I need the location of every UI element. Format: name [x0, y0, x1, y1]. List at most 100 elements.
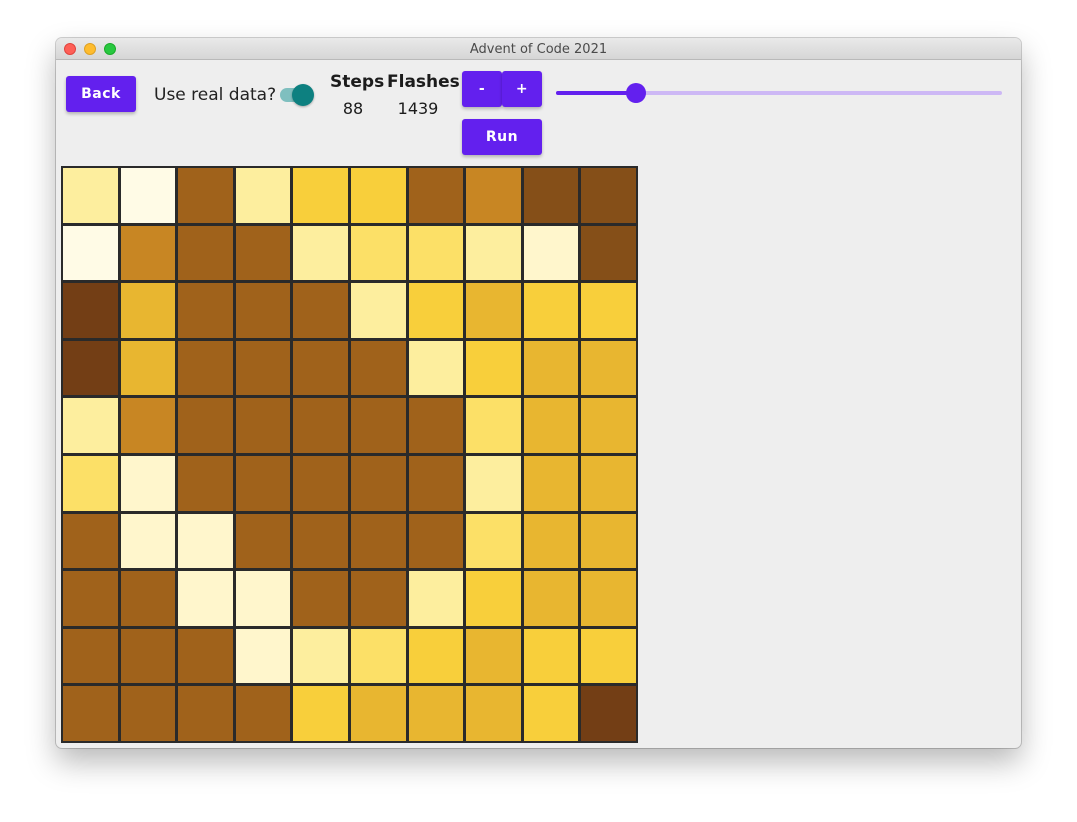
toggle-thumb [292, 84, 314, 106]
grid-cell [581, 686, 636, 741]
grid-cell [523, 340, 579, 396]
grid-cell [523, 628, 579, 684]
grid-cell [63, 283, 118, 338]
grid-cell [120, 628, 176, 684]
grid-cell [350, 225, 406, 281]
grid-cell [408, 628, 464, 684]
grid-cell [523, 225, 579, 281]
grid-cell [63, 340, 118, 396]
grid-cell [235, 283, 291, 338]
grid-cell [523, 283, 579, 338]
window-title: Advent of Code 2021 [469, 42, 608, 57]
grid-cell [408, 168, 464, 223]
grid-cell [120, 168, 176, 223]
grid-cell [120, 455, 176, 511]
grid-cell [120, 571, 176, 626]
use-real-data-label: Use real data? [154, 85, 277, 105]
grid-cell [293, 283, 348, 338]
grid-cell [178, 686, 233, 741]
grid-cell [408, 513, 464, 569]
grid-cell [63, 398, 118, 453]
grid-cell [178, 168, 233, 223]
grid-cell [63, 455, 118, 511]
grid-cell [581, 628, 636, 684]
grid-cell [120, 398, 176, 453]
grid-cell [178, 398, 233, 453]
grid-cell [350, 398, 406, 453]
grid-cell [408, 340, 464, 396]
grid-cell [63, 628, 118, 684]
grid-cell [466, 283, 521, 338]
grid-cell [293, 571, 348, 626]
grid-cell [466, 398, 521, 453]
grid-cell [408, 225, 464, 281]
grid-cell [178, 628, 233, 684]
grid-cell [178, 340, 233, 396]
grid-cell [178, 513, 233, 569]
grid-cell [63, 513, 118, 569]
grid-cell [235, 571, 291, 626]
grid-cell [120, 686, 176, 741]
flashes-value: 1439 [397, 99, 439, 118]
app-window: Advent of Code 2021 Back Use real data? … [56, 38, 1021, 748]
grid-cell [408, 398, 464, 453]
speed-slider[interactable] [554, 82, 1004, 104]
grid-cell [581, 455, 636, 511]
grid-cell [63, 225, 118, 281]
grid-cell [350, 513, 406, 569]
step-back-button[interactable]: - [462, 71, 502, 107]
slider-fill [556, 91, 636, 95]
grid-cell [178, 225, 233, 281]
grid-cell [63, 686, 118, 741]
grid-cell [523, 513, 579, 569]
grid-cell [120, 513, 176, 569]
grid-cell [350, 283, 406, 338]
grid-cell [581, 513, 636, 569]
grid-cell [581, 398, 636, 453]
grid-cell [293, 513, 348, 569]
slider-thumb[interactable] [626, 83, 646, 103]
grid-cell [235, 628, 291, 684]
grid-cell [235, 686, 291, 741]
grid-cell [178, 455, 233, 511]
back-button[interactable]: Back [66, 76, 136, 112]
grid-cell [408, 686, 464, 741]
flashes-header: Flashes [387, 72, 460, 92]
grid-cell [235, 513, 291, 569]
grid-cell [581, 283, 636, 338]
grid-cell [293, 686, 348, 741]
grid-cell [120, 225, 176, 281]
grid-cell [408, 571, 464, 626]
grid-cell [466, 340, 521, 396]
grid-cell [466, 628, 521, 684]
grid-cell [293, 398, 348, 453]
grid-cell [523, 168, 579, 223]
grid-cell [581, 225, 636, 281]
grid-cell [466, 571, 521, 626]
grid-cell [350, 168, 406, 223]
use-real-data-toggle[interactable] [278, 83, 316, 107]
grid-cell [350, 455, 406, 511]
grid-cell [63, 571, 118, 626]
grid-cell [120, 283, 176, 338]
grid-cell [293, 168, 348, 223]
grid-cell [466, 225, 521, 281]
grid-cell [235, 225, 291, 281]
octopus-grid [61, 166, 638, 743]
grid-cell [63, 168, 118, 223]
grid-cell [235, 168, 291, 223]
grid-cell [581, 571, 636, 626]
grid-cell [581, 340, 636, 396]
grid-cell [235, 455, 291, 511]
grid-cell [293, 628, 348, 684]
grid-cell [350, 340, 406, 396]
grid-cell [293, 455, 348, 511]
grid-cell [408, 455, 464, 511]
run-button[interactable]: Run [462, 119, 542, 155]
grid-cell [235, 340, 291, 396]
title-bar: Advent of Code 2021 [56, 38, 1021, 60]
grid-cell [350, 686, 406, 741]
step-forward-button[interactable]: + [502, 71, 542, 107]
grid-cell [466, 455, 521, 511]
grid-cell [466, 168, 521, 223]
